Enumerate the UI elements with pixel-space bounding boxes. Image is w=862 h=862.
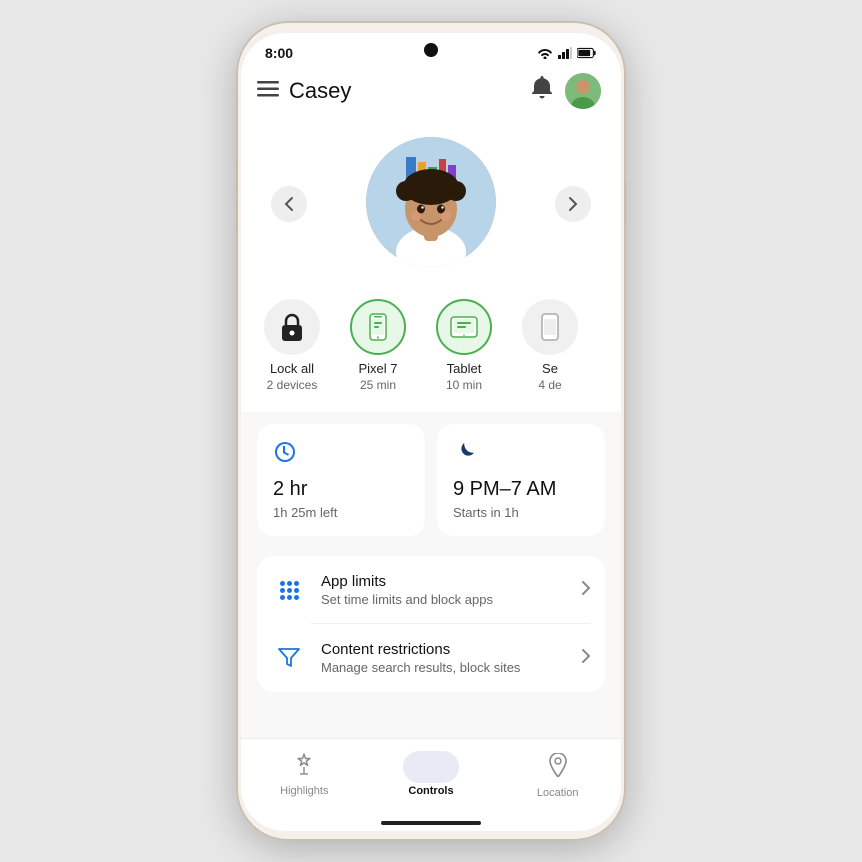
nav-controls[interactable]: Controls <box>368 747 495 805</box>
tablet-label: Tablet <box>447 361 482 376</box>
device-item-pixel7[interactable]: Pixel 7 25 min <box>343 299 413 392</box>
app-limits-item[interactable]: App limits Set time limits and block app… <box>257 556 605 624</box>
battery-icon <box>577 47 597 59</box>
scroll-area: Lock all 2 devices Pixel <box>241 117 621 738</box>
content-restrictions-title: Content restrictions <box>321 641 567 658</box>
bedtime-sub: Starts in 1h <box>453 505 589 520</box>
device-item-lock-all[interactable]: Lock all 2 devices <box>257 299 327 392</box>
location-label: Location <box>537 787 579 799</box>
top-bar-right <box>531 73 601 109</box>
prev-child-button[interactable] <box>271 186 307 222</box>
page-title: Casey <box>289 78 351 104</box>
screen-time-main: 2 hr <box>273 478 409 501</box>
home-bar[interactable] <box>381 821 481 825</box>
lock-all-sub: 2 devices <box>267 378 318 392</box>
avatar[interactable] <box>565 73 601 109</box>
phone-frame: 8:00 <box>236 21 626 841</box>
status-icons <box>537 47 597 59</box>
app-top-bar: Casey <box>241 65 621 117</box>
bottom-nav: Highlights Controls <box>241 738 621 821</box>
phone-screen: 8:00 <box>241 33 621 831</box>
top-bar-left: Casey <box>257 78 351 104</box>
profile-section <box>241 117 621 291</box>
content-restrictions-icon <box>271 640 307 676</box>
content-restrictions-subtitle: Manage search results, block sites <box>321 660 567 675</box>
app-limits-text: App limits Set time limits and block app… <box>321 573 567 607</box>
lock-all-label: Lock all <box>270 361 314 376</box>
app-limits-title: App limits <box>321 573 567 590</box>
bedtime-main: 9 PM–7 AM <box>453 478 589 501</box>
tablet-sub: 10 min <box>446 378 482 392</box>
bedtime-icon <box>453 440 589 470</box>
child-photo <box>366 137 496 267</box>
pixel7-sub: 25 min <box>360 378 396 392</box>
hamburger-icon[interactable] <box>257 80 279 103</box>
se-label: Se <box>542 361 558 376</box>
content-restrictions-chevron <box>581 648 591 669</box>
child-avatar <box>366 137 496 267</box>
status-time: 8:00 <box>265 45 293 61</box>
location-icon <box>548 753 568 783</box>
menu-section: App limits Set time limits and block app… <box>257 556 605 692</box>
volume-down-btn <box>236 201 237 231</box>
screen-time-icon <box>273 440 409 470</box>
bell-icon[interactable] <box>531 76 553 106</box>
wifi-icon <box>537 47 553 59</box>
bottom-spacer <box>241 700 621 712</box>
controls-label: Controls <box>408 785 453 797</box>
se-icon <box>522 299 578 355</box>
controls-icon <box>419 753 443 781</box>
home-indicator <box>241 821 621 831</box>
content-restrictions-text: Content restrictions Manage search resul… <box>321 641 567 675</box>
nav-location[interactable]: Location <box>494 747 621 805</box>
device-item-se[interactable]: Se 4 de <box>515 299 585 392</box>
device-item-tablet[interactable]: Tablet 10 min <box>429 299 499 392</box>
pixel7-label: Pixel 7 <box>358 361 397 376</box>
app-limits-subtitle: Set time limits and block apps <box>321 592 567 607</box>
pixel7-icon <box>350 299 406 355</box>
camera-notch <box>424 43 438 57</box>
signal-icon <box>558 47 572 59</box>
screen-time-sub: 1h 25m left <box>273 505 409 520</box>
lock-all-icon <box>264 299 320 355</box>
nav-highlights[interactable]: Highlights <box>241 747 368 805</box>
time-cards: 2 hr 1h 25m left 9 PM–7 AM Starts in 1h <box>241 412 621 548</box>
highlights-label: Highlights <box>280 785 328 797</box>
tablet-icon <box>436 299 492 355</box>
app-limits-icon <box>271 572 307 608</box>
screen-time-card[interactable]: 2 hr 1h 25m left <box>257 424 425 536</box>
status-bar: 8:00 <box>241 33 621 65</box>
highlights-icon <box>293 753 315 781</box>
content-restrictions-item[interactable]: Content restrictions Manage search resul… <box>257 624 605 692</box>
volume-up-btn <box>236 161 237 191</box>
app-limits-chevron <box>581 580 591 601</box>
device-strip: Lock all 2 devices Pixel <box>241 291 621 412</box>
se-sub: 4 de <box>538 378 561 392</box>
bedtime-card[interactable]: 9 PM–7 AM Starts in 1h <box>437 424 605 536</box>
next-child-button[interactable] <box>555 186 591 222</box>
power-btn <box>625 181 626 226</box>
